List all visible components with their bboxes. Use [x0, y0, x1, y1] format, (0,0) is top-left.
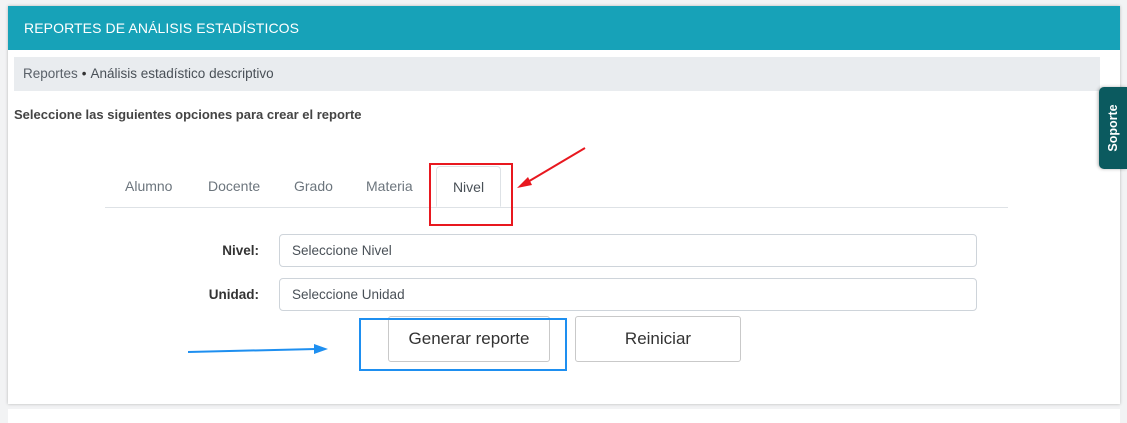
reset-button[interactable]: Reiniciar	[575, 316, 741, 362]
highlight-box-blue	[359, 318, 567, 371]
nivel-label: Nivel:	[222, 243, 259, 258]
report-tabs: Alumno Docente Grado Materia Nivel	[105, 166, 1008, 208]
unidad-label: Unidad:	[208, 287, 259, 302]
nivel-select[interactable]: Seleccione Nivel	[279, 234, 977, 267]
instructions-text: Seleccione las siguientes opciones para …	[14, 107, 362, 122]
bottom-card-edge	[8, 409, 1120, 423]
support-tab[interactable]: Soporte	[1099, 87, 1127, 169]
breadcrumb-current: Análisis estadístico descriptivo	[90, 66, 274, 81]
tab-alumno[interactable]: Alumno	[125, 166, 172, 206]
support-tab-label: Soporte	[1106, 104, 1120, 152]
breadcrumb-link-reportes[interactable]: Reportes	[23, 66, 78, 81]
unidad-select[interactable]: Seleccione Unidad	[279, 278, 977, 311]
tab-docente[interactable]: Docente	[208, 166, 260, 206]
tab-materia[interactable]: Materia	[366, 166, 413, 206]
highlight-box-red	[429, 163, 513, 226]
breadcrumb-separator: •	[81, 66, 87, 81]
tab-grado[interactable]: Grado	[294, 166, 333, 206]
breadcrumb: Reportes • Análisis estadístico descriptiv…	[14, 57, 1100, 91]
page-header-title: REPORTES DE ANÁLISIS ESTADÍSTICOS	[8, 6, 1120, 50]
